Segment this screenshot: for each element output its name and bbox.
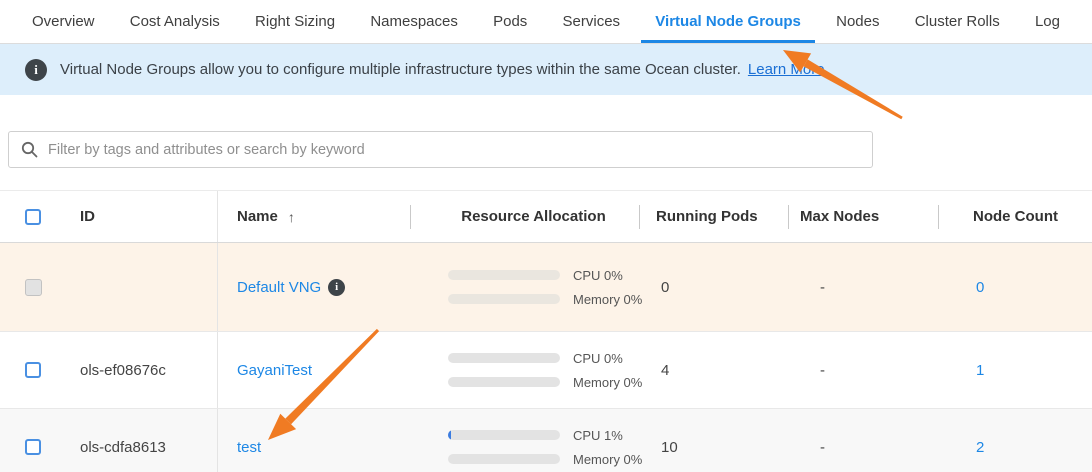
resource-allocation-cell: CPU 0% Memory 0% bbox=[410, 332, 639, 408]
search-area bbox=[0, 95, 1092, 168]
column-header-resource-allocation[interactable]: Resource Allocation bbox=[410, 191, 639, 242]
table-row-gayanitest[interactable]: ols-ef08676c GayaniTest CPU 0% Memory 0%… bbox=[0, 332, 1092, 409]
vng-name-link-default-vng[interactable]: Default VNG bbox=[237, 279, 321, 296]
resource-allocation-cell: CPU 1% Memory 0% bbox=[410, 409, 639, 472]
cpu-usage-label: CPU 0% bbox=[573, 351, 623, 366]
tab-virtual-node-groups[interactable]: Virtual Node Groups bbox=[641, 0, 815, 43]
select-all-checkbox[interactable] bbox=[25, 209, 41, 225]
tab-cost-analysis[interactable]: Cost Analysis bbox=[116, 0, 234, 43]
cpu-usage-bar bbox=[448, 430, 560, 440]
table-row-default-vng[interactable]: Default VNG i CPU 0% Memory 0% 0 - 0 bbox=[0, 243, 1092, 332]
column-divider bbox=[639, 205, 640, 229]
cpu-usage-label: CPU 0% bbox=[573, 268, 623, 283]
column-header-running-pods[interactable]: Running Pods bbox=[639, 191, 788, 242]
vng-name-link-gayanitest[interactable]: GayaniTest bbox=[237, 362, 312, 379]
tab-services[interactable]: Services bbox=[549, 0, 635, 43]
tab-cluster-rolls[interactable]: Cluster Rolls bbox=[901, 0, 1014, 43]
search-icon bbox=[21, 141, 38, 158]
info-icon: i bbox=[25, 59, 47, 81]
vng-name-link-test[interactable]: test bbox=[237, 439, 261, 456]
tab-overview[interactable]: Overview bbox=[18, 0, 109, 43]
cpu-usage-bar bbox=[448, 353, 560, 363]
memory-usage-bar bbox=[448, 454, 560, 464]
table-row-test[interactable]: ols-cdfa8613 test CPU 1% Memory 0% 10 - … bbox=[0, 409, 1092, 472]
learn-more-link[interactable]: Learn More bbox=[748, 61, 825, 78]
memory-usage-label: Memory 0% bbox=[573, 375, 642, 390]
max-nodes-value: - bbox=[788, 409, 938, 472]
tab-bar: Overview Cost Analysis Right Sizing Name… bbox=[0, 0, 1092, 44]
row-id bbox=[56, 243, 218, 331]
vng-table: ID Name ↑ Resource Allocation Running Po… bbox=[0, 190, 1092, 472]
tab-right-sizing[interactable]: Right Sizing bbox=[241, 0, 349, 43]
column-divider bbox=[938, 205, 939, 229]
row-checkbox-disabled bbox=[25, 279, 42, 296]
filter-search-box[interactable] bbox=[8, 131, 873, 168]
column-divider bbox=[410, 205, 411, 229]
table-header-row: ID Name ↑ Resource Allocation Running Po… bbox=[0, 190, 1092, 243]
column-divider bbox=[788, 205, 789, 229]
sort-asc-icon[interactable]: ↑ bbox=[288, 209, 295, 225]
banner-text: Virtual Node Groups allow you to configu… bbox=[60, 61, 741, 78]
row-checkbox[interactable] bbox=[25, 362, 41, 378]
info-banner: i Virtual Node Groups allow you to confi… bbox=[0, 44, 1092, 95]
row-id: ols-cdfa8613 bbox=[56, 409, 218, 472]
memory-usage-bar bbox=[448, 377, 560, 387]
column-header-max-nodes[interactable]: Max Nodes bbox=[788, 191, 938, 242]
column-header-name-label: Name bbox=[237, 208, 278, 225]
info-icon[interactable]: i bbox=[328, 279, 345, 296]
column-header-node-count[interactable]: Node Count bbox=[938, 191, 1092, 242]
running-pods-value: 0 bbox=[639, 243, 788, 331]
memory-usage-label: Memory 0% bbox=[573, 452, 642, 467]
memory-usage-bar bbox=[448, 294, 560, 304]
max-nodes-value: - bbox=[788, 332, 938, 408]
column-header-name[interactable]: Name ↑ bbox=[218, 191, 410, 242]
memory-usage-label: Memory 0% bbox=[573, 292, 642, 307]
row-checkbox[interactable] bbox=[25, 439, 41, 455]
tab-namespaces[interactable]: Namespaces bbox=[356, 0, 472, 43]
tab-log[interactable]: Log bbox=[1021, 0, 1074, 43]
cpu-usage-bar bbox=[448, 270, 560, 280]
node-count-link[interactable]: 1 bbox=[976, 362, 984, 379]
tab-pods[interactable]: Pods bbox=[479, 0, 541, 43]
node-count-link[interactable]: 2 bbox=[976, 439, 984, 456]
running-pods-value: 10 bbox=[639, 409, 788, 472]
cpu-usage-label: CPU 1% bbox=[573, 428, 623, 443]
node-count-link[interactable]: 0 bbox=[976, 279, 984, 296]
column-header-id[interactable]: ID bbox=[56, 191, 218, 242]
tab-nodes[interactable]: Nodes bbox=[822, 0, 893, 43]
resource-allocation-cell: CPU 0% Memory 0% bbox=[410, 243, 639, 331]
row-id: ols-ef08676c bbox=[56, 332, 218, 408]
running-pods-value: 4 bbox=[639, 332, 788, 408]
search-input[interactable] bbox=[48, 142, 860, 158]
max-nodes-value: - bbox=[788, 243, 938, 331]
